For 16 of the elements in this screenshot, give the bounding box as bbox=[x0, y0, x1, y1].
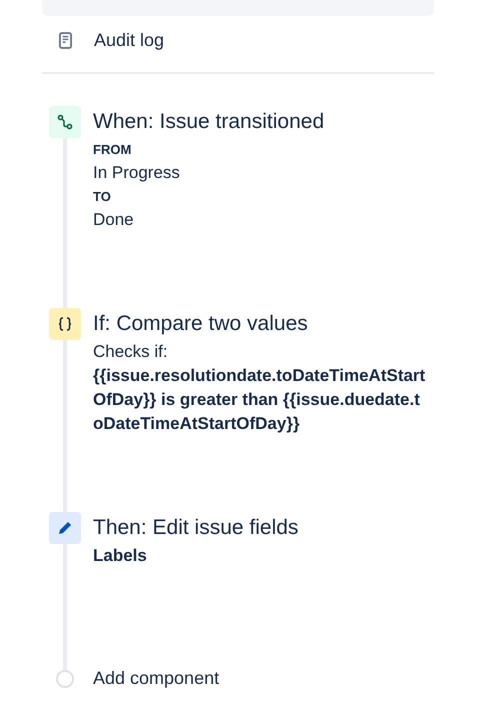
step-title[interactable]: Then: Edit issue fields bbox=[93, 514, 433, 542]
transition-icon bbox=[49, 106, 81, 138]
field-value: In Progress bbox=[93, 162, 181, 184]
field-value: Done bbox=[93, 209, 135, 231]
field-expression: Labels bbox=[93, 545, 148, 567]
field-value: Checks if: bbox=[93, 341, 169, 363]
field-expression: {{issue.resolutiondate.toDateTimeAtStartOfDay}} is greater than {{issue.duedate.toDateTimeAtStartOfDay}} bbox=[93, 365, 426, 435]
field-heading: FROM bbox=[93, 141, 132, 159]
document-icon bbox=[59, 32, 72, 48]
add-component-link[interactable]: Add component bbox=[93, 668, 220, 689]
step-title[interactable]: When: Issue transitioned bbox=[93, 108, 433, 136]
pencil-icon bbox=[49, 512, 81, 544]
field-heading: TO bbox=[93, 188, 112, 206]
braces-icon bbox=[49, 308, 81, 340]
step-title[interactable]: If: Compare two values bbox=[93, 310, 433, 338]
nav-item[interactable]: Audit log bbox=[42, 16, 434, 64]
